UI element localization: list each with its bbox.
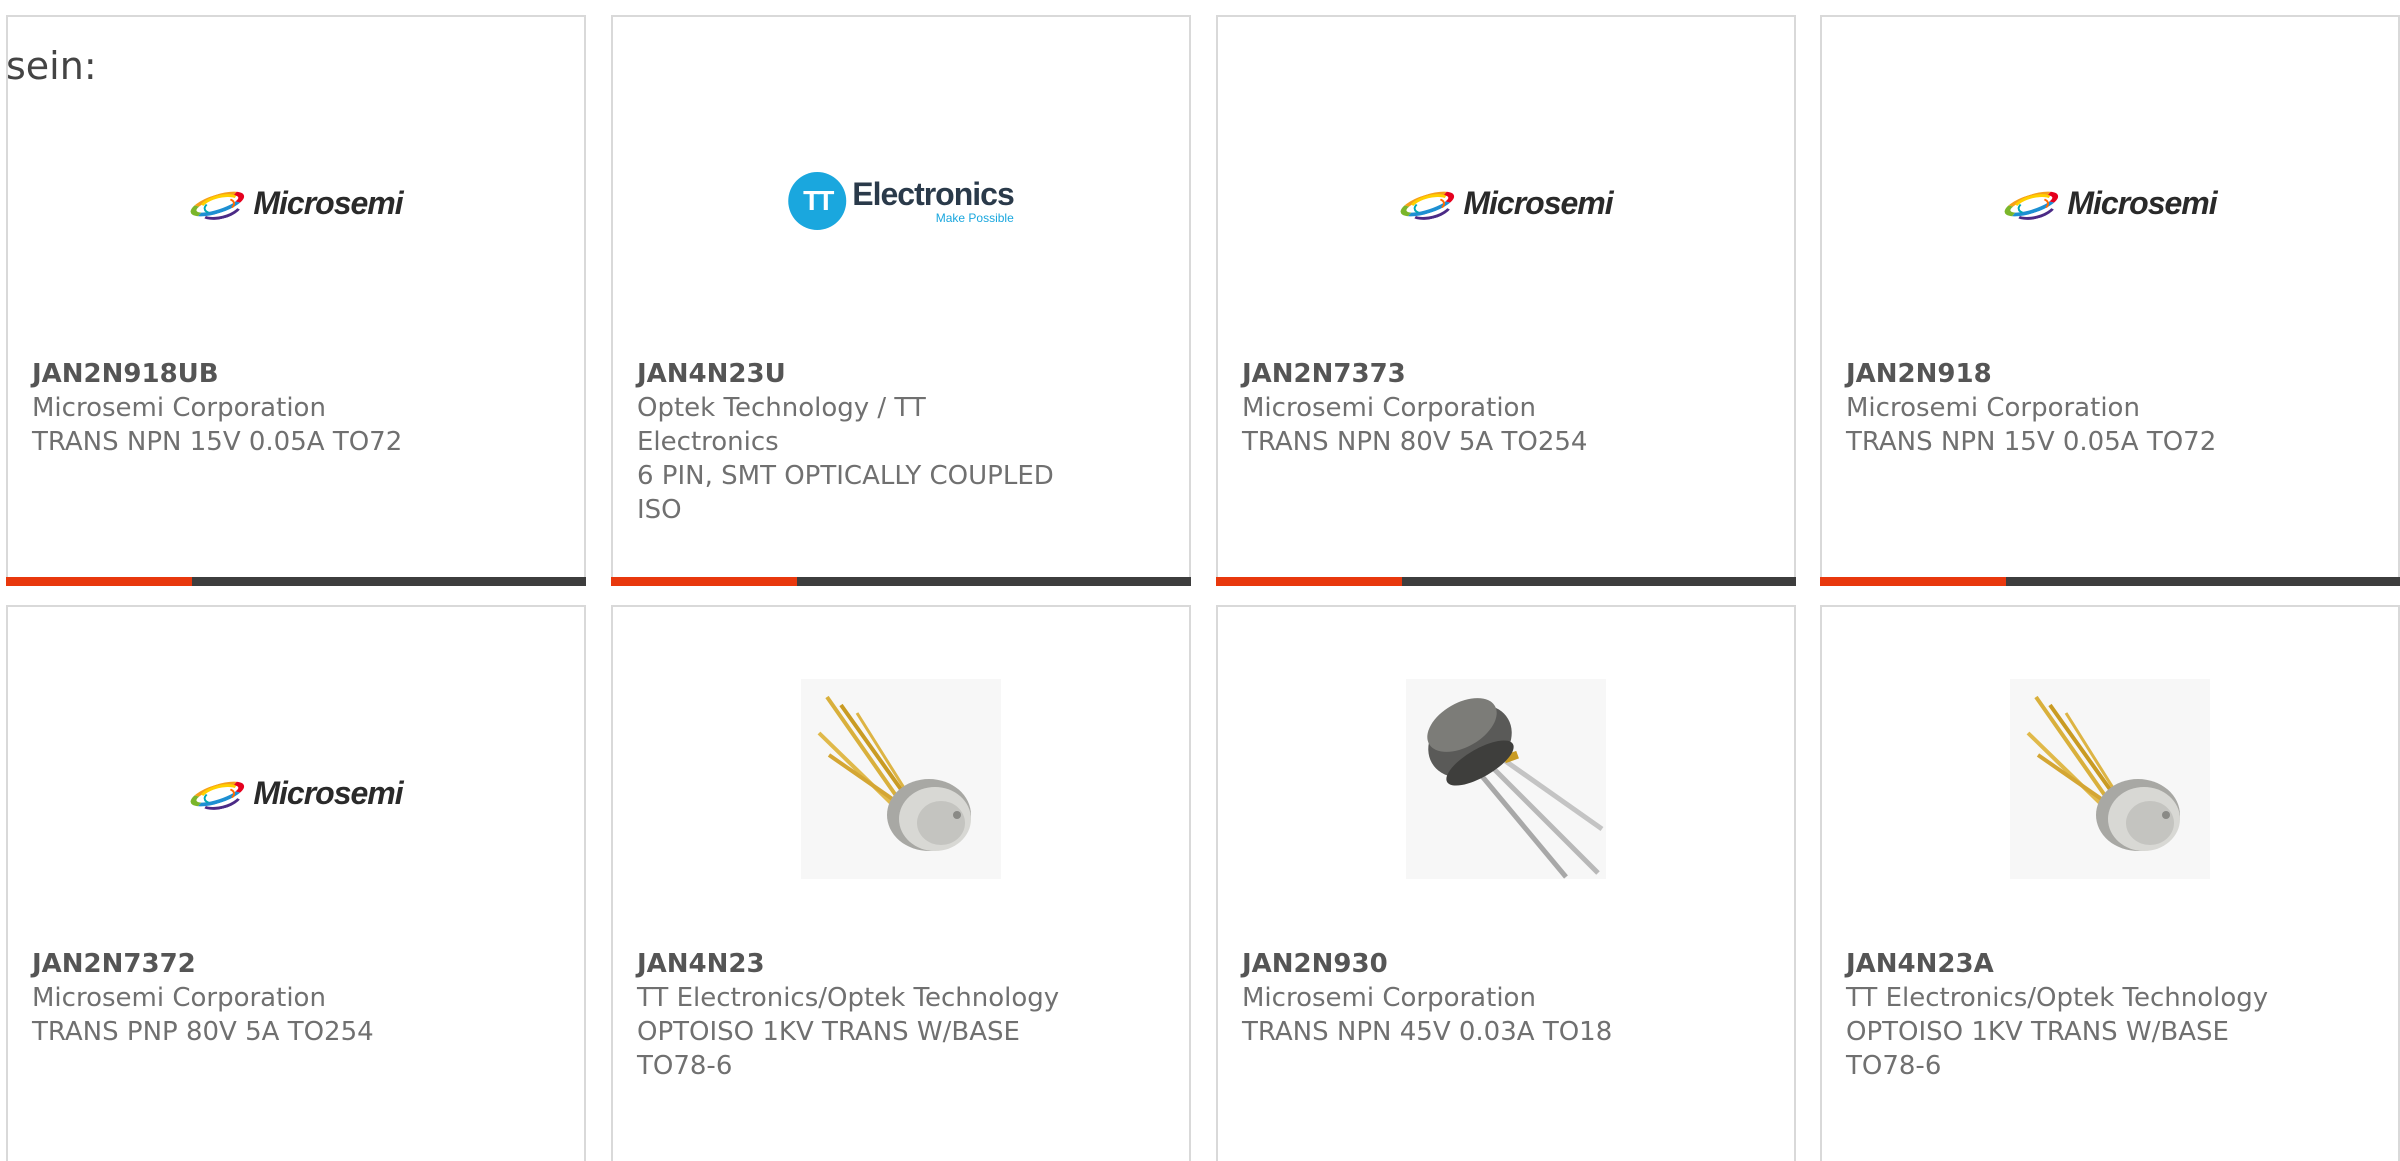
manufacturer-name: Microsemi Corporation (1242, 983, 1536, 1013)
microsemi-swirl-icon (187, 776, 247, 814)
part-number-link[interactable]: JAN2N930 (1242, 947, 1770, 981)
card-progress-fill (1216, 577, 1402, 586)
product-image[interactable] (613, 607, 1189, 947)
product-image[interactable]: Microsemi (1822, 17, 2398, 357)
card-progress-fill (611, 577, 797, 586)
product-image[interactable]: Microsemi (8, 607, 584, 947)
manufacturer-name: Microsemi Corporation (1846, 393, 2140, 423)
microsemi-swirl-icon (2001, 186, 2061, 224)
product-card[interactable]: JAN4N23A TT Electronics/Optek Technology… (1820, 605, 2400, 1161)
brand-tagline: Make Possible (935, 211, 1014, 225)
product-image[interactable]: TT Electronics Make Possible (613, 17, 1189, 357)
part-number-link[interactable]: JAN4N23A (1846, 947, 2374, 981)
card-progress-bar (1820, 577, 2400, 586)
product-description: 6 PIN, SMT OPTICALLY COUPLED ISO (637, 461, 1054, 525)
microsemi-swirl-icon (1397, 186, 1457, 224)
to18-metal-can-photo (1406, 679, 1606, 879)
microsemi-logo: Microsemi (1397, 185, 1614, 224)
product-description: OPTOISO 1KV TRANS W/BASE TO78-6 (637, 1017, 1020, 1081)
product-image[interactable] (1218, 607, 1794, 947)
product-card[interactable]: Microsemi JAN2N7373 Microsemi Corporatio… (1216, 15, 1796, 586)
product-card[interactable]: TT Electronics Make Possible JAN4N23U Op… (611, 15, 1191, 586)
product-description: TRANS NPN 80V 5A TO254 (1242, 427, 1588, 457)
microsemi-logo: Microsemi (187, 775, 404, 814)
brand-wordmark: Microsemi (253, 185, 403, 221)
product-image[interactable]: Microsemi (1218, 17, 1794, 357)
to78-metal-can-photo (2010, 679, 2210, 879)
product-description: TRANS PNP 80V 5A TO254 (32, 1017, 374, 1047)
manufacturer-name: Optek Technology / TT Electronics (637, 393, 926, 457)
manufacturer-name: TT Electronics/Optek Technology (1846, 983, 2269, 1013)
microsemi-logo: Microsemi (2001, 185, 2218, 224)
product-card[interactable]: Microsemi JAN2N918UB Microsemi Corporati… (6, 15, 586, 586)
manufacturer-name: Microsemi Corporation (32, 983, 326, 1013)
part-number-link[interactable]: JAN4N23U (637, 357, 1165, 391)
product-card[interactable]: JAN2N930 Microsemi Corporation TRANS NPN… (1216, 605, 1796, 1161)
brand-wordmark: Microsemi (1463, 185, 1613, 221)
tt-electronics-logo: TT Electronics Make Possible (788, 172, 1015, 230)
product-description: TRANS NPN 15V 0.05A TO72 (1846, 427, 2217, 457)
page-label: sein: (6, 44, 97, 88)
product-image[interactable] (1822, 607, 2398, 947)
product-card[interactable]: Microsemi JAN2N7372 Microsemi Corporatio… (6, 605, 586, 1161)
product-description: TRANS NPN 15V 0.05A TO72 (32, 427, 403, 457)
microsemi-swirl-icon (187, 186, 247, 224)
to78-metal-can-photo (801, 679, 1001, 879)
tt-circle-icon: TT (788, 172, 847, 230)
manufacturer-name: TT Electronics/Optek Technology (637, 983, 1060, 1013)
manufacturer-name: Microsemi Corporation (32, 393, 326, 423)
part-number-link[interactable]: JAN2N918 (1846, 357, 2374, 391)
product-description: TRANS NPN 45V 0.03A TO18 (1242, 1017, 1613, 1047)
product-card[interactable]: Microsemi JAN2N918 Microsemi Corporation… (1820, 15, 2400, 586)
part-number-link[interactable]: JAN2N7372 (32, 947, 560, 981)
brand-wordmark: Microsemi (253, 775, 403, 811)
part-number-link[interactable]: JAN2N7373 (1242, 357, 1770, 391)
brand-wordmark: Microsemi (2067, 185, 2217, 221)
manufacturer-name: Microsemi Corporation (1242, 393, 1536, 423)
microsemi-logo: Microsemi (187, 185, 404, 224)
card-progress-fill (1820, 577, 2006, 586)
part-number-link[interactable]: JAN2N918UB (32, 357, 560, 391)
product-grid-page: Microsemi JAN2N918UB Microsemi Corporati… (0, 0, 2400, 1161)
card-progress-bar (611, 577, 1191, 586)
card-progress-bar (6, 577, 586, 586)
product-description: OPTOISO 1KV TRANS W/BASE TO78-6 (1846, 1017, 2229, 1081)
card-progress-bar (1216, 577, 1796, 586)
part-number-link[interactable]: JAN4N23 (637, 947, 1165, 981)
brand-wordmark: Electronics (852, 176, 1015, 212)
card-progress-fill (6, 577, 192, 586)
product-card[interactable]: JAN4N23 TT Electronics/Optek Technology … (611, 605, 1191, 1161)
